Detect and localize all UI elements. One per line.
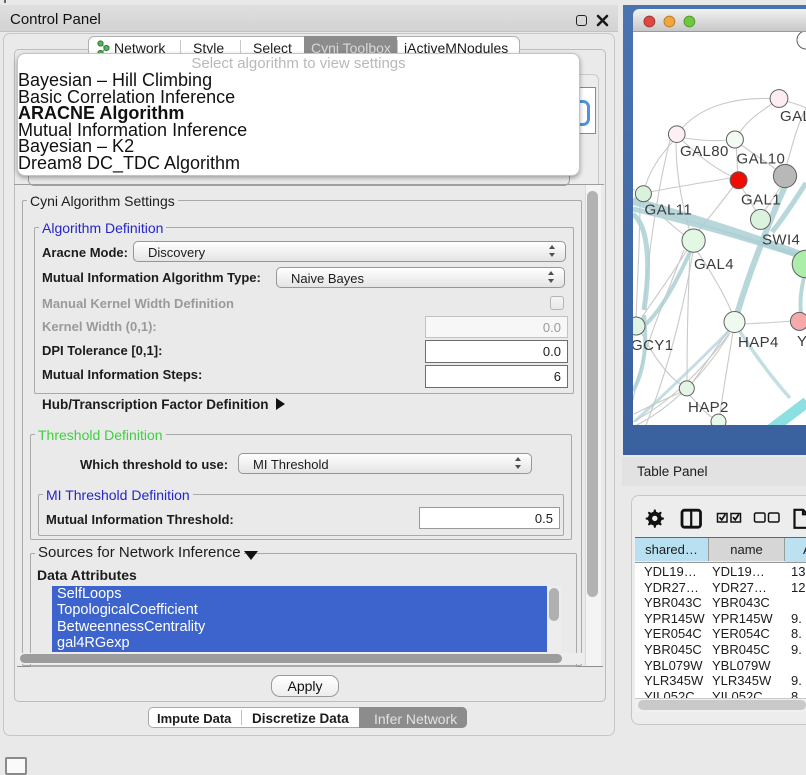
svg-text:GAL4: GAL4 [694, 256, 734, 273]
svg-text:HAP2: HAP2 [688, 399, 729, 416]
svg-text:GAL80: GAL80 [680, 143, 729, 160]
svg-text:GAL11: GAL11 [645, 202, 693, 219]
svg-text:GCY1: GCY1 [633, 337, 673, 354]
svg-text:GAL7: GAL7 [780, 108, 806, 125]
svg-text:Y: Y [797, 333, 806, 350]
svg-text:GAL10: GAL10 [737, 151, 786, 168]
svg-text:HAP4: HAP4 [738, 334, 779, 351]
svg-text:GAL1: GAL1 [741, 192, 781, 209]
svg-text:SWI4: SWI4 [762, 232, 800, 249]
